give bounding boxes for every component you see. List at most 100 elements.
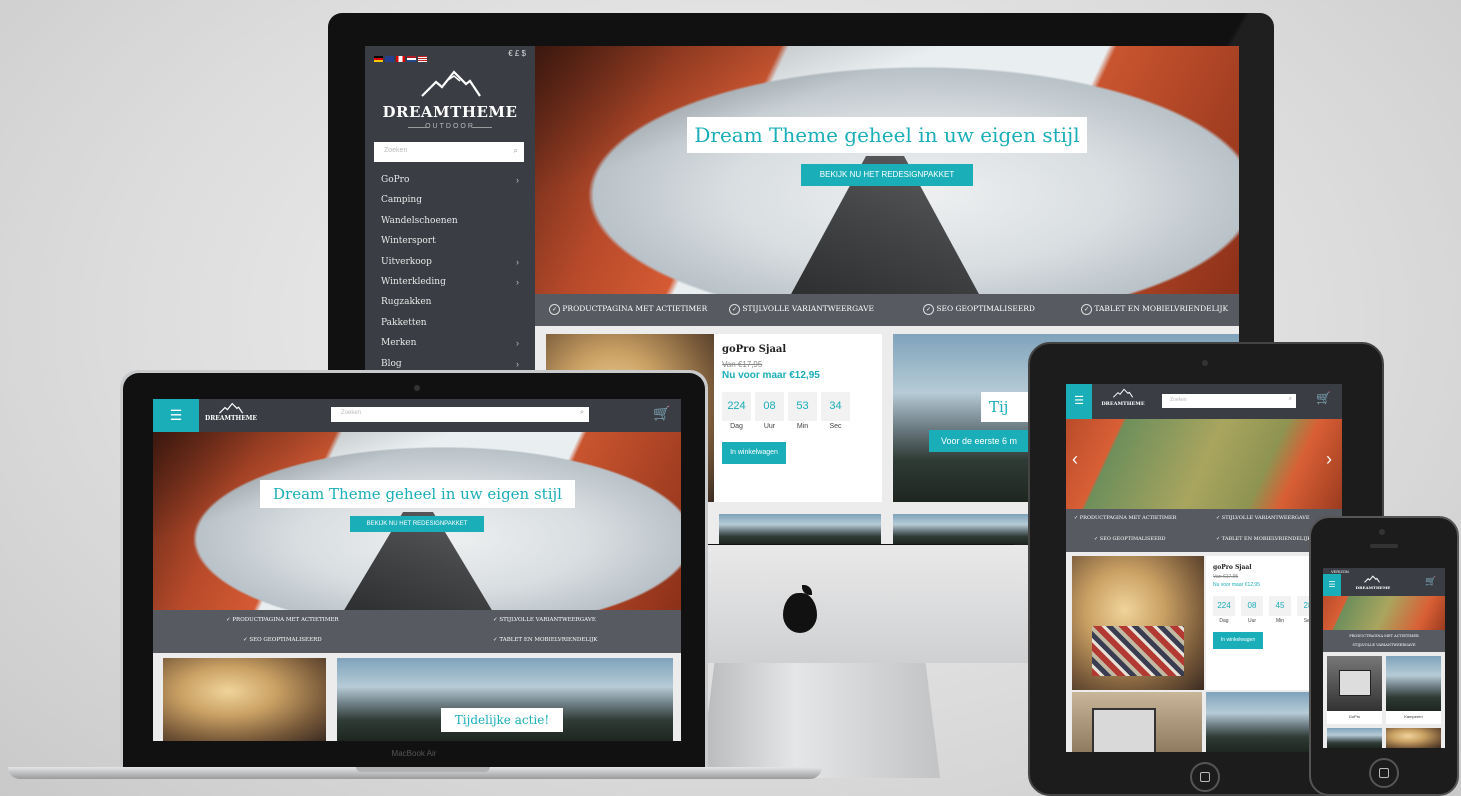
- menu-button[interactable]: ☰: [1323, 574, 1341, 596]
- chevron-right-icon[interactable]: ›: [516, 257, 519, 267]
- check-circle-icon: ✓: [1094, 536, 1099, 542]
- currency-selector[interactable]: € £ $: [508, 49, 526, 58]
- content-tile-image[interactable]: [893, 514, 1043, 544]
- phone-speaker: [1370, 544, 1398, 548]
- category-tile[interactable]: GoPro: [1327, 656, 1382, 724]
- feature-item: ✓ STIJLVOLLE VARIANTWEERGAVE: [729, 304, 874, 315]
- sidebar-item[interactable]: Merken: [381, 338, 416, 348]
- mountain-logo-icon: [1112, 388, 1134, 398]
- search-icon[interactable]: ⌕: [580, 409, 584, 417]
- product-name: goPro Sjaal: [722, 344, 787, 355]
- chevron-right-icon[interactable]: ›: [516, 359, 519, 369]
- hero-title: Dream Theme geheel in uw eigen stijl: [687, 117, 1087, 153]
- laptop-screen: ☰ DREAMTHEME Zoeken ⌕ 🛒 Dream Theme gehe…: [153, 399, 681, 741]
- phone-home-button[interactable]: [1369, 758, 1399, 788]
- tablet-header: ☰ DREAMTHEME Zoeken ⌕ 🛒: [1066, 384, 1342, 419]
- slider-prev-icon[interactable]: ‹: [1072, 449, 1078, 470]
- search-placeholder: Zoeken: [384, 147, 408, 154]
- menu-button[interactable]: ☰: [153, 399, 199, 432]
- tile-image: [1386, 656, 1441, 711]
- sidebar-item[interactable]: Winterkleding: [381, 277, 446, 287]
- promo-title: Tijdelijke actie!: [441, 708, 563, 732]
- product-image[interactable]: [1072, 556, 1204, 690]
- check-circle-icon: ✓: [923, 304, 934, 315]
- feature-label: PRODUCTPAGINA MET ACTIETIMER: [232, 617, 339, 623]
- brand-name: DREAMTHEME: [1355, 585, 1391, 590]
- search-input[interactable]: Zoeken ⌕: [1162, 394, 1296, 408]
- content-area: GoPro Kamperen: [1323, 652, 1445, 748]
- sidebar-item[interactable]: Uitverkoop: [381, 257, 432, 267]
- hero-slider[interactable]: ‹ ›: [1066, 419, 1342, 509]
- flag-ca-icon[interactable]: [396, 55, 405, 62]
- laptop-label: MacBook Air: [391, 749, 437, 758]
- sidebar-item[interactable]: Rugzakken: [381, 297, 431, 307]
- check-circle-icon: ✓: [549, 304, 560, 315]
- countdown-label: Min: [796, 423, 809, 430]
- check-circle-icon: ✓: [1081, 304, 1092, 315]
- feature-item: ✓ SEO GEOPTIMALISEERD: [1094, 536, 1166, 542]
- tablet-home-button[interactable]: [1190, 762, 1220, 792]
- cart-icon[interactable]: 🛒: [653, 405, 670, 422]
- sidebar-item[interactable]: Wintersport: [381, 236, 436, 246]
- check-circle-icon: ✓: [1216, 536, 1221, 542]
- feature-label: PRODUCTPAGINA MET ACTIETIMER: [562, 304, 708, 313]
- content-area: Tijdelijke actie!: [153, 653, 681, 741]
- search-input[interactable]: Zoeken ⌕: [331, 407, 589, 422]
- flag-nl-icon[interactable]: [407, 55, 416, 62]
- chevron-right-icon[interactable]: ›: [516, 175, 519, 185]
- language-flags[interactable]: [374, 50, 429, 68]
- countdown-label: Sec: [829, 423, 842, 430]
- chevron-right-icon[interactable]: ›: [516, 277, 519, 287]
- check-circle-icon: ✓: [729, 304, 740, 315]
- gopro-camera-image[interactable]: [1072, 692, 1202, 752]
- countdown-value: 34: [821, 392, 850, 421]
- sidebar-item[interactable]: Camping: [381, 195, 422, 205]
- product-card: goPro Sjaal Van €17,95 Nu voor maar €12,…: [714, 334, 882, 502]
- tile-label: Kamperen: [1404, 714, 1423, 719]
- content-tile-image[interactable]: [1386, 728, 1441, 748]
- content-tile-image[interactable]: [719, 514, 881, 544]
- check-circle-icon: ✓: [243, 637, 248, 643]
- feature-item: ✓ TABLET EN MOBIELVRIENDELIJK: [1081, 304, 1228, 315]
- chevron-right-icon[interactable]: ›: [516, 338, 519, 348]
- camera-body: [1339, 670, 1371, 696]
- check-circle-icon: ✓: [1216, 515, 1221, 521]
- hero-cta-button[interactable]: BEKIJK NU HET REDESIGNPAKKET: [350, 516, 484, 532]
- menu-button[interactable]: ☰: [1066, 384, 1092, 419]
- features-bar: ✓ PRODUCTPAGINA MET ACTIETIMER ✓ STIJLVO…: [535, 294, 1239, 326]
- brand-sub: OUTDOOR: [425, 123, 475, 130]
- search-input[interactable]: Zoeken ⌕: [374, 142, 524, 162]
- promo-banner-image[interactable]: Tijdelijke actie!: [337, 658, 673, 741]
- countdown-value: 45: [1269, 596, 1291, 616]
- sidebar-item[interactable]: GoPro: [381, 175, 409, 185]
- feature-label: PRODUCTPAGINA MET ACTIETIMER: [1079, 515, 1177, 521]
- laptop-notch: [356, 767, 490, 772]
- feature-item: STIJLVOLLE VARIANTWEERGAVE: [1352, 643, 1416, 647]
- check-circle-icon: ✓: [493, 617, 498, 623]
- features-bar: PRODUCTPAGINA MET ACTIETIMER STIJLVOLLE …: [1323, 630, 1445, 652]
- flag-us-icon[interactable]: [418, 55, 427, 62]
- category-tile[interactable]: Kamperen: [1386, 656, 1441, 724]
- content-tile-image[interactable]: [1327, 728, 1382, 748]
- sidebar-item[interactable]: Wandelschoenen: [381, 216, 458, 226]
- feature-item: ✓ SEO GEOPTIMALISEERD: [243, 637, 322, 643]
- feature-item: PRODUCTPAGINA MET ACTIETIMER: [1349, 634, 1419, 638]
- countdown-label: Uur: [763, 423, 776, 430]
- product-image[interactable]: [163, 658, 326, 741]
- search-icon[interactable]: ⌕: [514, 146, 518, 156]
- add-to-cart-button[interactable]: In winkelwagen: [1213, 632, 1263, 649]
- search-icon[interactable]: ⌕: [1289, 396, 1292, 403]
- sidebar-item[interactable]: Pakketten: [381, 318, 427, 328]
- flag-de-icon[interactable]: [374, 55, 383, 62]
- mountain-logo-icon: [218, 402, 244, 414]
- feature-item: ✓ PRODUCTPAGINA MET ACTIETIMER: [549, 304, 707, 315]
- countdown-value: 08: [755, 392, 784, 421]
- flag-uk-icon[interactable]: [385, 55, 394, 62]
- cart-icon[interactable]: 🛒: [1316, 391, 1331, 405]
- slider-next-icon[interactable]: ›: [1326, 449, 1332, 470]
- phone-header: VERIZON ☰ DREAMTHEME 🛒: [1323, 568, 1445, 596]
- cart-icon[interactable]: 🛒: [1425, 576, 1436, 587]
- add-to-cart-button[interactable]: In winkelwagen: [722, 442, 786, 464]
- sidebar-item[interactable]: Blog: [381, 359, 402, 369]
- hero-cta-button[interactable]: BEKIJK NU HET REDESIGNPAKKET: [801, 164, 973, 186]
